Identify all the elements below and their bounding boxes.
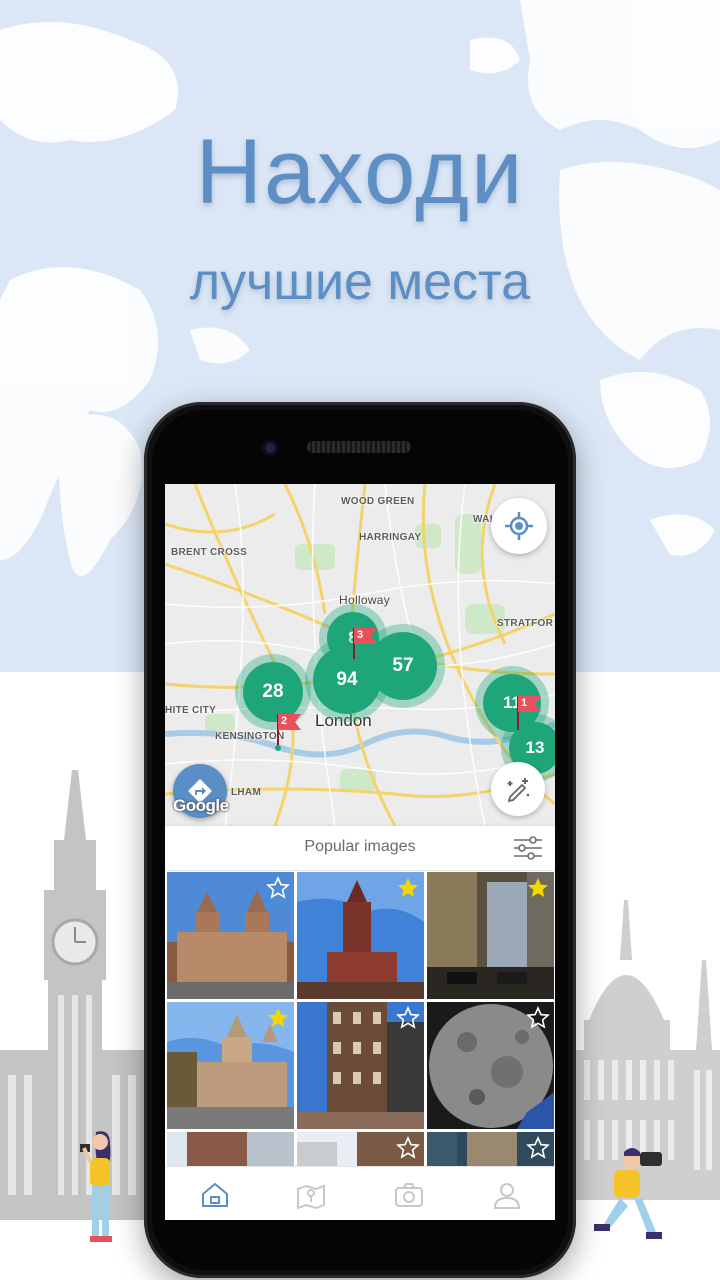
image-tile[interactable] [167,1002,294,1129]
draw-area-button[interactable] [491,762,545,816]
crosshair-icon [505,512,533,540]
image-tile[interactable] [297,872,424,999]
map-label-fulham: LHAM [231,787,262,798]
map-label-harringay: HARRINGAY [359,532,422,543]
star-outline-icon[interactable] [526,1006,550,1030]
map-view[interactable]: WOOD GREEN HARRINGAY BRENT CROSS Hollowa… [165,484,555,826]
map-label-stratford: STRATFOR [497,618,554,629]
my-location-button[interactable] [491,498,547,554]
star-outline-icon[interactable] [396,1136,420,1160]
star-filled-icon[interactable] [396,876,420,900]
map-flag-marker[interactable]: 2 [275,712,305,752]
popular-images-grid [167,872,555,1220]
woman-figure-illustration [80,1131,112,1242]
front-camera [262,440,278,456]
map-label-brent-cross: BRENT CROSS [171,547,248,558]
star-outline-icon[interactable] [526,1136,550,1160]
app-screen: WOOD GREEN HARRINGAY BRENT CROSS Hollowa… [165,484,555,1220]
camera-icon[interactable] [393,1179,425,1211]
headline-title: Находи [195,121,525,223]
map-label-london: London [315,711,372,730]
photographer-illustration [594,1148,662,1239]
map-flag-marker[interactable]: 3 [351,626,381,666]
image-tile[interactable] [297,1002,424,1129]
filter-sliders-icon[interactable] [513,835,543,861]
map-label-white-city: HITE CITY [165,705,217,716]
map-flag-number: 1 [521,697,528,709]
earpiece-speaker [307,441,411,453]
magic-pencil-icon [507,778,530,803]
star-filled-icon[interactable] [266,1006,290,1030]
home-icon[interactable] [199,1179,231,1211]
image-tile[interactable] [427,872,554,999]
image-tile[interactable] [167,872,294,999]
map-label-holloway: Holloway [339,593,391,607]
map-label-wood-green: WOOD GREEN [341,496,415,507]
star-outline-icon[interactable] [266,876,290,900]
popular-images-header: Popular images [165,826,555,871]
headline-subtitle: лучшие места [189,253,531,311]
bottom-tab-bar [165,1166,555,1220]
google-attribution: Google [173,796,229,815]
map-flag-marker[interactable]: 1 [515,694,545,734]
map-flag-number: 2 [281,715,288,727]
big-ben-illustration [0,770,150,1220]
profile-icon[interactable] [491,1179,523,1211]
map-flag-number: 3 [357,629,364,641]
section-title: Popular images [304,838,416,855]
map-icon[interactable] [295,1179,327,1211]
star-filled-icon[interactable] [526,876,550,900]
star-outline-icon[interactable] [396,1006,420,1030]
image-tile[interactable] [427,1002,554,1129]
